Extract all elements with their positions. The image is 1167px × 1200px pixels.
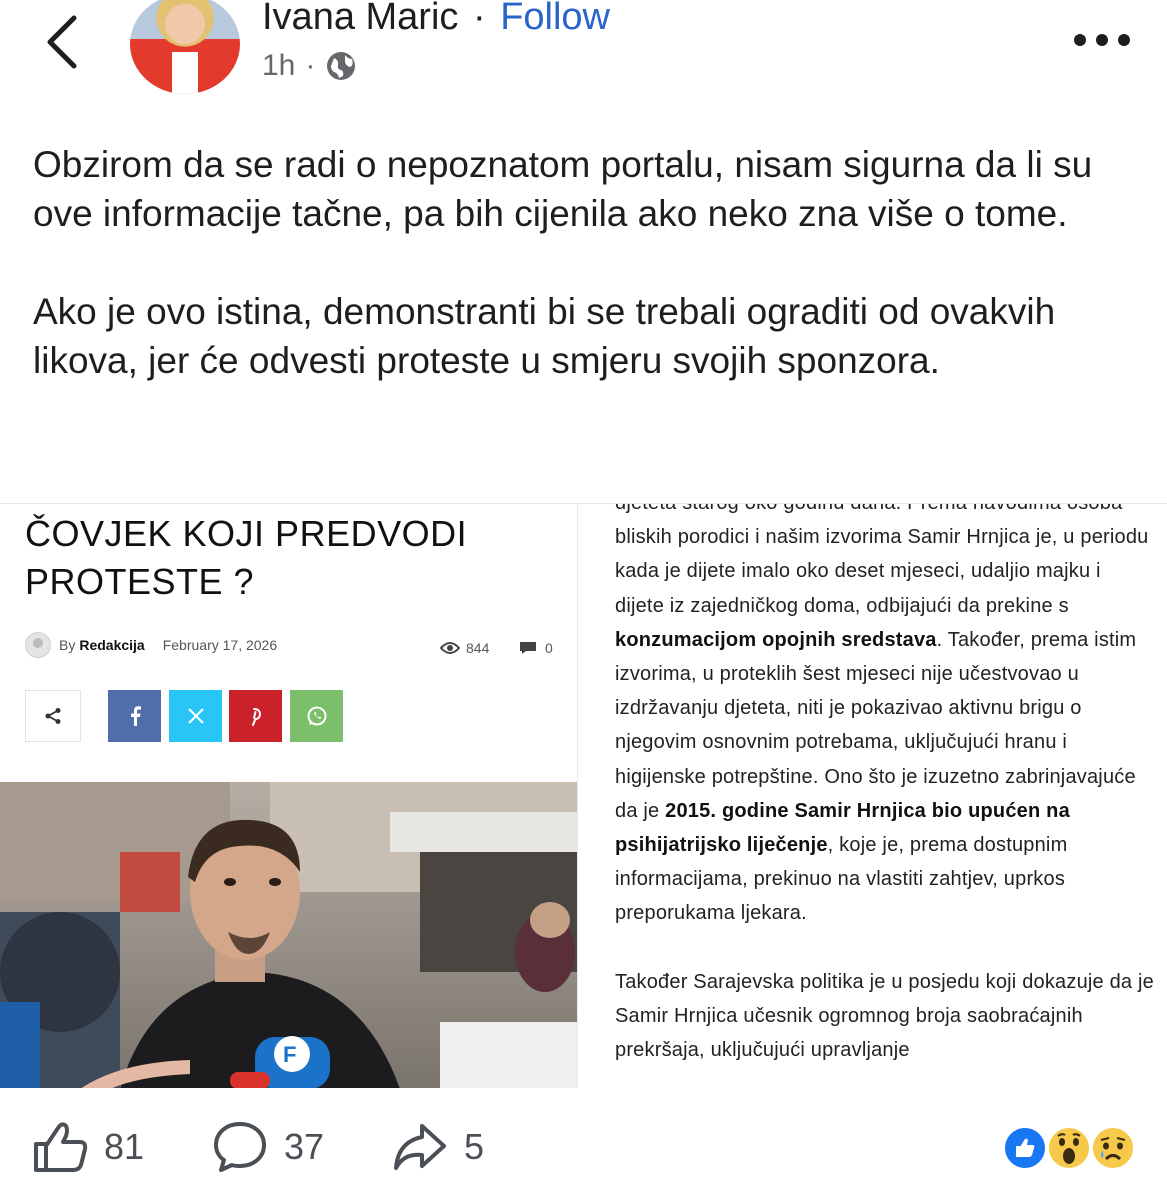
article-photo: F [0,782,577,1088]
facebook-icon [130,706,141,726]
dot-icon [1074,34,1086,46]
post-image[interactable]: ČOVJEK KOJI PREDVODI PROTESTE ? By Redak… [0,503,1167,1088]
comment-button[interactable]: 37 [212,1120,324,1174]
like-reaction-icon [1002,1125,1048,1171]
post-time[interactable]: 1h [262,46,295,86]
article-text: . Također, prema istim izvorima, u prote… [615,628,1137,822]
article-title: ČOVJEK KOJI PREDVODI PROTESTE ? [25,513,468,602]
article-byline: By Redakcija February 17, 2026 [25,632,277,658]
article-author: Redakcija [79,637,145,653]
wow-reaction-icon [1046,1125,1092,1171]
post-meta: 1h · [262,46,357,86]
article-comments-value: 0 [545,640,553,656]
back-button[interactable] [40,12,90,72]
facebook-share-button [108,690,161,742]
follow-button[interactable]: Follow [500,0,610,38]
whatsapp-share-button [290,690,343,742]
name-separator: · [472,0,486,38]
share-post-button[interactable]: 5 [392,1120,484,1174]
avatar[interactable] [130,0,240,94]
like-button[interactable]: 81 [32,1120,144,1174]
views-value: 844 [466,640,490,656]
comment-bubble-icon [520,642,536,654]
dot-icon [1118,34,1130,46]
views-count: 844 [440,640,489,656]
globe-icon[interactable] [325,50,357,82]
post-paragraph: Obzirom da se radi o nepoznatom portalu,… [33,144,1093,234]
share-arrow-icon [394,1124,446,1170]
share-button [25,690,81,742]
whatsapp-icon [307,706,326,726]
author-name[interactable]: Ivana Maric [262,0,458,38]
reactions-summary[interactable] [1002,1125,1142,1175]
share-icon [45,708,61,724]
comment-icon [214,1122,266,1172]
eye-icon [440,642,460,654]
pinterest-icon [251,708,261,726]
article-date: February 17, 2026 [162,637,278,653]
article-text: djeteta starog oko godinu dana. Prema na… [615,504,1149,617]
article-bold-text: konzumacijom opojnih sredstava [615,628,937,651]
thumbs-up-icon [34,1122,88,1172]
share-count: 5 [464,1126,485,1167]
article-paragraph: djeteta starog oko godinu dana. Prema na… [615,504,1155,931]
post-text: Obzirom da se radi o nepoznatom portalu,… [33,140,1143,385]
more-options-button[interactable] [1074,30,1130,50]
svg-text:F: F [283,1042,296,1067]
article-header-panel: ČOVJEK KOJI PREDVODI PROTESTE ? By Redak… [0,504,578,1088]
like-count: 81 [104,1126,145,1167]
comment-count: 37 [284,1126,325,1167]
protest-photo-image: F [0,782,577,1088]
x-icon [187,708,204,724]
author-avatar-icon [25,632,51,658]
pinterest-share-button [229,690,282,742]
article-paragraph: Također Sarajevska politika je u posjedu… [615,970,1154,1062]
chevron-left-icon [47,15,77,69]
x-share-button [169,690,222,742]
by-label: By [59,637,76,653]
post-paragraph: Ako je ovo istina, demonstranti bi se tr… [33,291,1056,381]
article-body: djeteta starog oko godinu dana. Prema na… [615,504,1155,1067]
meta-separator: · [305,49,316,82]
article-body-panel: djeteta starog oko godinu dana. Prema na… [590,504,1167,1088]
post-header: Ivana Maric · Follow [262,0,610,40]
article-comments-count: 0 [519,640,553,656]
dot-icon [1096,34,1108,46]
sad-reaction-icon [1090,1125,1136,1171]
